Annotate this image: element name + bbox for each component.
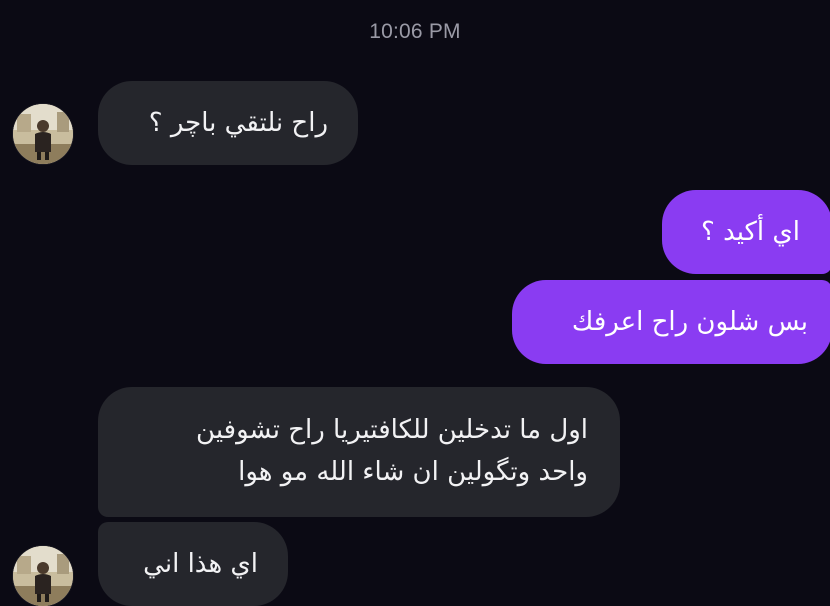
outgoing-message-bubble[interactable]: بس شلون راح اعرفك (512, 280, 830, 364)
outgoing-message-bubble[interactable]: اي أكيد ؟ (662, 190, 830, 274)
message-timestamp: 10:06 PM (369, 20, 461, 43)
incoming-message-bubble[interactable]: اي هذا اني (98, 522, 288, 606)
message-text: راح نلتقي باچر ؟ (148, 108, 328, 138)
message-text-line: اول ما تدخلين للكافتيريا راح تشوفين (196, 415, 588, 445)
incoming-message-bubble[interactable]: اول ما تدخلين للكافتيريا راح تشوفين واحد… (98, 387, 620, 517)
person-photo-avatar-icon (13, 104, 73, 164)
message-text: اي هذا اني (143, 549, 258, 579)
contact-avatar[interactable] (13, 104, 73, 164)
contact-avatar[interactable] (13, 546, 73, 606)
incoming-message-bubble[interactable]: راح نلتقي باچر ؟ (98, 81, 358, 165)
message-text: اي أكيد ؟ (701, 217, 800, 247)
person-photo-avatar-icon (13, 546, 73, 606)
message-text-line: واحد وتگولين ان شاء الله مو هوا (238, 457, 588, 487)
message-text: بس شلون راح اعرفك (571, 307, 808, 337)
